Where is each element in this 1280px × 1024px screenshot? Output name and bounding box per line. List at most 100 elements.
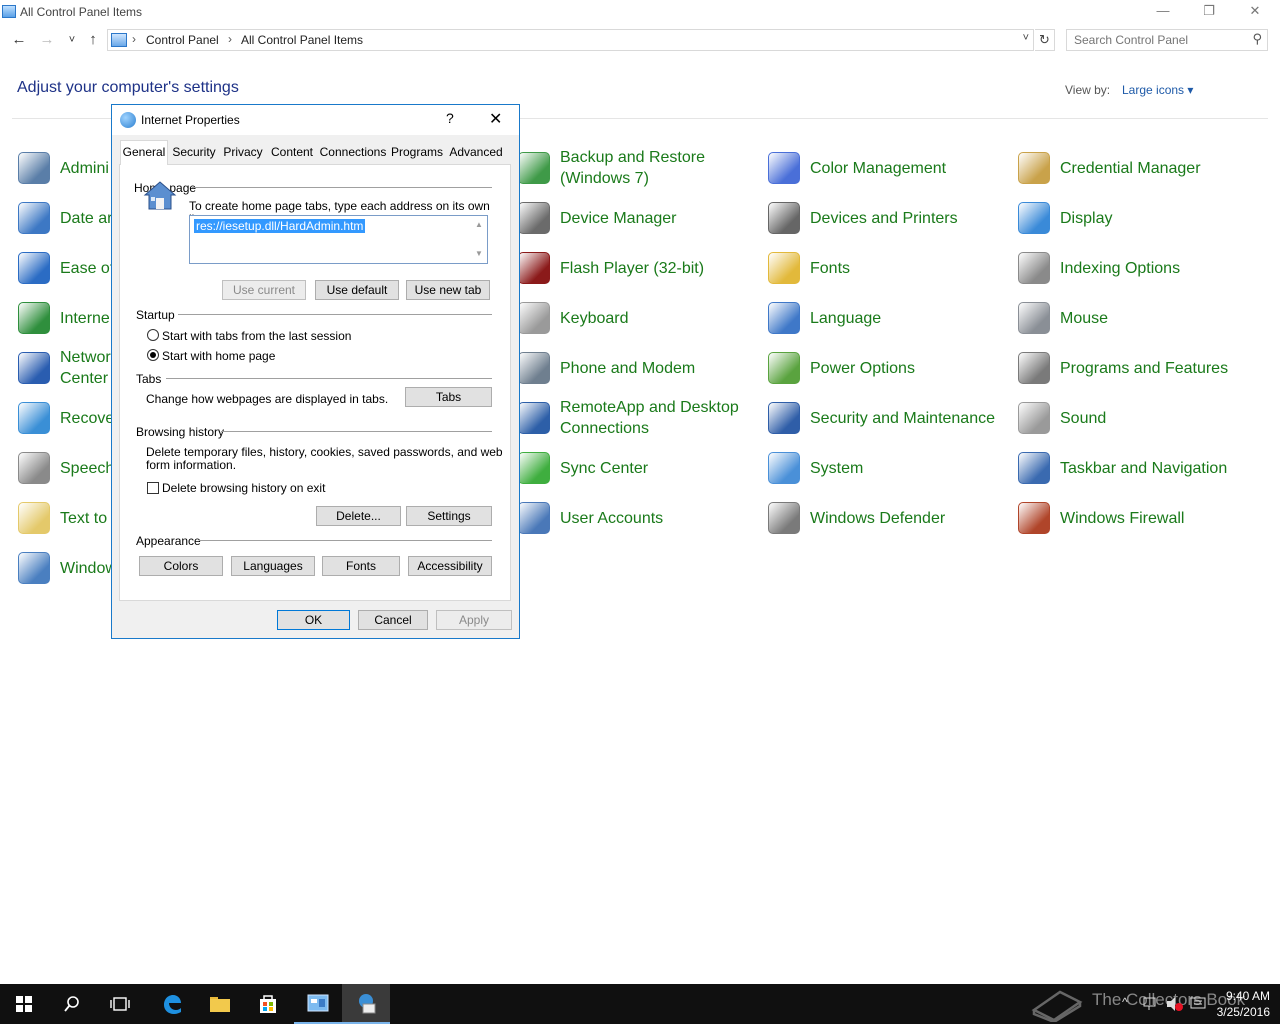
tab-content[interactable]: Content — [268, 143, 316, 164]
help-button[interactable]: ? — [446, 110, 454, 126]
control-panel-item[interactable]: Date ar — [18, 195, 112, 241]
internet-properties-taskbar-button[interactable] — [342, 984, 390, 1024]
control-panel-item-label[interactable]: Text to — [60, 508, 107, 529]
task-view-button[interactable] — [96, 984, 144, 1024]
control-panel-item[interactable]: Fonts — [768, 245, 850, 291]
control-panel-item-label[interactable]: Sound — [1060, 408, 1106, 429]
control-panel-item[interactable]: Interne — [18, 295, 110, 341]
breadcrumb-separator[interactable]: › — [132, 32, 136, 46]
search-input[interactable] — [1067, 30, 1243, 50]
scroll-up-icon[interactable]: ▲ — [475, 220, 483, 229]
control-panel-item-label[interactable]: Language — [810, 308, 881, 329]
control-panel-item-label[interactable]: Window — [60, 558, 117, 579]
control-panel-item[interactable]: Backup and Restore (Windows 7) — [518, 145, 705, 191]
scroll-down-icon[interactable]: ▼ — [475, 249, 483, 258]
control-panel-item-label[interactable]: Flash Player (32-bit) — [560, 258, 704, 279]
edge-taskbar-button[interactable] — [148, 984, 196, 1024]
restore-button[interactable]: ❐ — [1186, 0, 1232, 24]
back-button[interactable]: ← — [9, 30, 29, 50]
tab-general[interactable]: General — [120, 140, 168, 165]
control-panel-item[interactable]: Mouse — [1018, 295, 1108, 341]
network-icon[interactable] — [1143, 996, 1159, 1012]
home-page-url-text[interactable]: res://iesetup.dll/HardAdmin.htm — [194, 219, 366, 233]
volume-muted-icon[interactable] — [1166, 996, 1184, 1012]
control-panel-item[interactable]: Display — [1018, 195, 1112, 241]
apply-button[interactable]: Apply — [436, 610, 512, 630]
textarea-scrollbar[interactable]: ▲ ▼ — [471, 216, 487, 263]
control-panel-item[interactable]: Phone and Modem — [518, 345, 695, 391]
forward-button[interactable]: → — [37, 30, 57, 50]
control-panel-item[interactable]: Device Manager — [518, 195, 677, 241]
search-box[interactable]: ⚲ — [1066, 29, 1268, 51]
control-panel-item-label[interactable]: Ease of — [60, 258, 114, 279]
control-panel-item[interactable]: Networ Center — [18, 345, 111, 391]
control-panel-item[interactable]: RemoteApp and Desktop Connections — [518, 395, 739, 441]
control-panel-item[interactable]: Keyboard — [518, 295, 629, 341]
control-panel-item-label[interactable]: Networ Center — [60, 347, 111, 389]
tab-privacy[interactable]: Privacy — [220, 143, 266, 164]
control-panel-item-label[interactable]: Windows Defender — [810, 508, 945, 529]
control-panel-item[interactable]: Ease of — [18, 245, 114, 291]
ok-button[interactable]: OK — [277, 610, 350, 630]
control-panel-item-label[interactable]: Taskbar and Navigation — [1060, 458, 1227, 479]
cancel-button[interactable]: Cancel — [358, 610, 428, 630]
system-clock[interactable]: 9:40 AM 3/25/2016 — [1217, 988, 1270, 1020]
control-panel-item-label[interactable]: Sync Center — [560, 458, 648, 479]
control-panel-item-label[interactable]: Speech — [60, 458, 114, 479]
control-panel-item-label[interactable]: Interne — [60, 308, 110, 329]
control-panel-item-label[interactable]: Indexing Options — [1060, 258, 1180, 279]
control-panel-item[interactable]: User Accounts — [518, 495, 663, 541]
control-panel-item[interactable]: Sound — [1018, 395, 1106, 441]
control-panel-item[interactable]: Indexing Options — [1018, 245, 1180, 291]
home-page-url-textarea[interactable]: res://iesetup.dll/HardAdmin.htm ▲ ▼ — [189, 215, 488, 264]
control-panel-item[interactable]: Credential Manager — [1018, 145, 1201, 191]
breadcrumb-control-panel[interactable]: Control Panel — [146, 33, 219, 47]
address-bar[interactable]: › Control Panel › All Control Panel Item… — [107, 29, 1034, 51]
accessibility-button[interactable]: Accessibility — [408, 556, 492, 576]
control-panel-item-label[interactable]: User Accounts — [560, 508, 663, 529]
control-panel-item[interactable]: Flash Player (32-bit) — [518, 245, 704, 291]
control-panel-item-label[interactable]: Windows Firewall — [1060, 508, 1184, 529]
close-button[interactable]: ✕ — [1232, 0, 1278, 24]
control-panel-item-label[interactable]: Device Manager — [560, 208, 677, 229]
start-button[interactable] — [0, 984, 48, 1024]
delete-history-on-exit-checkbox[interactable] — [147, 482, 159, 494]
history-settings-button[interactable]: Settings — [406, 506, 492, 526]
address-dropdown-icon[interactable]: ˅ — [1023, 32, 1029, 44]
control-panel-item-label[interactable]: Power Options — [810, 358, 915, 379]
control-panel-item-label[interactable]: Backup and Restore (Windows 7) — [560, 147, 705, 189]
control-panel-item[interactable]: Windows Defender — [768, 495, 945, 541]
control-panel-item[interactable]: Power Options — [768, 345, 915, 391]
control-panel-item-label[interactable]: Credential Manager — [1060, 158, 1201, 179]
breadcrumb-all-items[interactable]: All Control Panel Items — [241, 33, 363, 47]
search-icon[interactable]: ⚲ — [1252, 31, 1262, 47]
control-panel-item[interactable]: Recove — [18, 395, 114, 441]
tab-security[interactable]: Security — [170, 143, 218, 164]
use-default-button[interactable]: Use default — [315, 280, 399, 300]
startup-last-session-radio[interactable] — [147, 329, 159, 341]
control-panel-item-label[interactable]: System — [810, 458, 863, 479]
startup-home-page-radio[interactable] — [147, 349, 159, 361]
delete-history-button[interactable]: Delete... — [316, 506, 401, 526]
startup-home-page-label[interactable]: Start with home page — [162, 350, 275, 363]
tab-programs[interactable]: Programs — [390, 143, 444, 164]
control-panel-item-label[interactable]: Programs and Features — [1060, 358, 1228, 379]
view-by-dropdown[interactable]: Large icons ▾ — [1122, 83, 1193, 97]
control-panel-item[interactable]: Devices and Printers — [768, 195, 958, 241]
show-hidden-icons-icon[interactable]: ^ — [1122, 995, 1128, 1009]
search-taskbar-button[interactable] — [48, 984, 96, 1024]
startup-last-session-label[interactable]: Start with tabs from the last session — [162, 330, 351, 343]
control-panel-item[interactable]: Color Management — [768, 145, 946, 191]
control-panel-item[interactable]: Text to — [18, 495, 107, 541]
control-panel-item[interactable]: Programs and Features — [1018, 345, 1228, 391]
control-panel-item[interactable]: Speech — [18, 445, 114, 491]
refresh-button[interactable]: ↻ — [1035, 29, 1055, 51]
control-panel-item-label[interactable]: Keyboard — [560, 308, 629, 329]
tab-connections[interactable]: Connections — [318, 143, 388, 164]
store-taskbar-button[interactable] — [244, 984, 292, 1024]
control-panel-item-label[interactable]: Date ar — [60, 208, 112, 229]
control-panel-item-label[interactable]: Devices and Printers — [810, 208, 958, 229]
control-panel-item[interactable]: Window — [18, 545, 117, 591]
control-panel-item-label[interactable]: Admini — [60, 158, 109, 179]
breadcrumb-separator[interactable]: › — [228, 32, 232, 46]
